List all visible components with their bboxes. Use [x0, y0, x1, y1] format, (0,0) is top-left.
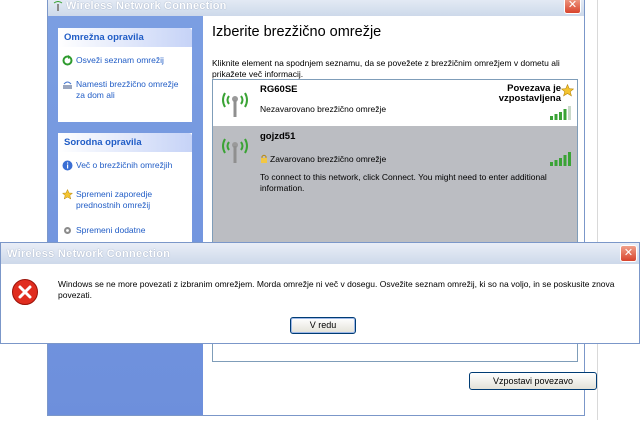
network-ssid: RG60SE: [260, 84, 298, 95]
window-close-button[interactable]: ✕: [564, 0, 581, 14]
related-tasks-header: Sorodna opravila: [58, 133, 192, 152]
info-icon: [62, 160, 73, 171]
network-tasks-panel: Omrežna opravila Osveži seznam omrežij N…: [58, 28, 192, 122]
wireless-antenna-icon: [222, 138, 248, 163]
network-ssid: gojzd51: [260, 131, 296, 142]
dialog-close-button[interactable]: ✕: [620, 245, 637, 262]
window-title: Wireless Network Connection: [66, 0, 227, 12]
lock-icon: [261, 154, 267, 163]
setup-icon: [63, 81, 72, 89]
star-icon: [62, 189, 73, 200]
learn-wireless-link[interactable]: Več o brezžičnih omrežjih: [58, 160, 192, 171]
wireless-network-window: Wireless Network Connection ✕ Omrežna op…: [47, 0, 597, 416]
error-dialog: Wireless Network Connection ✕ Windows se…: [0, 242, 640, 344]
background-edge: [597, 0, 598, 420]
signal-strength-icon: [550, 106, 571, 120]
network-list-pane: Izberite brezžično omrežje Kliknite elem…: [203, 16, 597, 415]
wireless-antenna-icon: [222, 92, 248, 117]
change-preferred-order-link[interactable]: Spremeni zaporedje prednostnih omrežij: [58, 189, 192, 211]
dialog-body: Windows se ne more povezati z izbranim o…: [1, 264, 639, 343]
connection-status: Povezava je vzpostavljena: [498, 83, 561, 104]
setup-home-network-link[interactable]: Namesti brezžično omrežje za dom ali: [58, 79, 192, 101]
dialog-titlebar[interactable]: Wireless Network Connection ✕: [1, 243, 639, 264]
preferred-star-icon: [561, 84, 574, 97]
network-security-status: Zavarovano brezžično omrežje: [270, 154, 387, 164]
window-titlebar[interactable]: Wireless Network Connection ✕: [48, 0, 584, 16]
signal-strength-icon: [550, 152, 571, 166]
refresh-network-list-link[interactable]: Osveži seznam omrežij: [58, 55, 192, 66]
network-detail-text: To connect to this network, click Connec…: [260, 172, 547, 193]
dialog-title: Wireless Network Connection: [7, 248, 171, 260]
network-security-status: Nezavarovano brezžično omrežje: [260, 104, 387, 114]
related-tasks-panel: Sorodna opravila Več o brezžičnih omrežj…: [58, 133, 192, 243]
network-row[interactable]: RG60SE Nezavarovano brezžično omrežje Po…: [213, 80, 577, 124]
task-pane: Omrežna opravila Osveži seznam omrežij N…: [48, 16, 203, 415]
page-title: Izberite brezžično omrežje: [212, 24, 382, 40]
error-message: Windows se ne more povezati z izbranim o…: [58, 279, 615, 300]
wireless-icon: [53, 1, 63, 11]
refresh-icon: [62, 55, 73, 66]
instructions-text: Kliknite element na spodnjem seznamu, da…: [212, 58, 560, 79]
network-tasks-header: Omrežna opravila: [58, 28, 192, 47]
connect-button[interactable]: Vzpostavi povezavo: [469, 372, 597, 390]
ok-button[interactable]: V redu: [290, 317, 356, 334]
change-advanced-settings-link[interactable]: Spremeni dodatne: [58, 225, 192, 236]
error-icon: [12, 279, 38, 305]
settings-icon: [64, 227, 71, 234]
